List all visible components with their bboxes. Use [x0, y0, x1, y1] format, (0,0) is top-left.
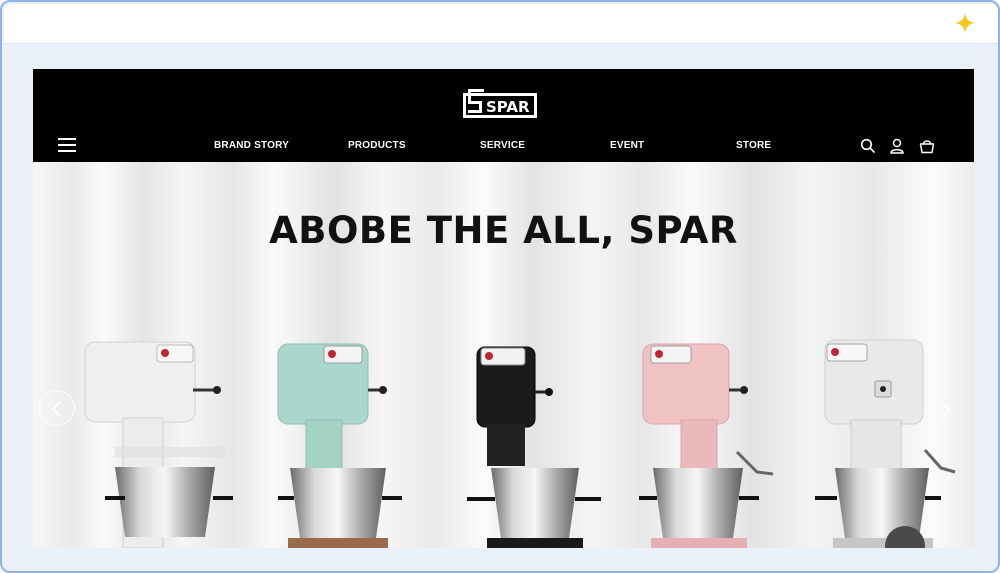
hero-banner: ABOBE THE ALL, SPAR — [33, 162, 974, 548]
mixer-black — [467, 346, 601, 548]
website-viewport: SPAR BRAND STORY PRODUCTS SERVICE EVENT … — [33, 69, 974, 548]
mixer-white — [84, 341, 233, 548]
nav-products[interactable]: PRODUCTS — [348, 140, 406, 151]
prev-slide-button[interactable] — [39, 390, 75, 426]
chevron-left-icon — [51, 401, 61, 417]
nav-store[interactable]: STORE — [736, 140, 771, 151]
nav-event[interactable]: EVENT — [610, 140, 644, 151]
main-nav: BRAND STORY PRODUCTS SERVICE EVENT STORE — [33, 140, 974, 154]
svg-text:SPAR: SPAR — [486, 98, 530, 116]
mixer-mint — [277, 343, 402, 548]
site-header: SPAR BRAND STORY PRODUCTS SERVICE EVENT … — [33, 69, 974, 162]
browser-frame: SPAR BRAND STORY PRODUCTS SERVICE EVENT … — [0, 0, 1000, 573]
mixer-light-gray — [815, 339, 956, 548]
next-slide-button[interactable] — [938, 400, 954, 420]
nav-service[interactable]: SERVICE — [480, 140, 525, 151]
browser-top-bar — [4, 4, 998, 44]
sparkle-icon[interactable] — [954, 12, 976, 34]
shopping-basket-icon[interactable] — [918, 137, 936, 155]
spar-logo[interactable]: SPAR — [462, 87, 538, 120]
mixer-pink — [639, 343, 774, 548]
nav-brand-story[interactable]: BRAND STORY — [214, 140, 289, 151]
user-icon[interactable] — [888, 137, 906, 155]
search-icon[interactable] — [859, 137, 877, 155]
hero-product-image — [84, 339, 956, 548]
